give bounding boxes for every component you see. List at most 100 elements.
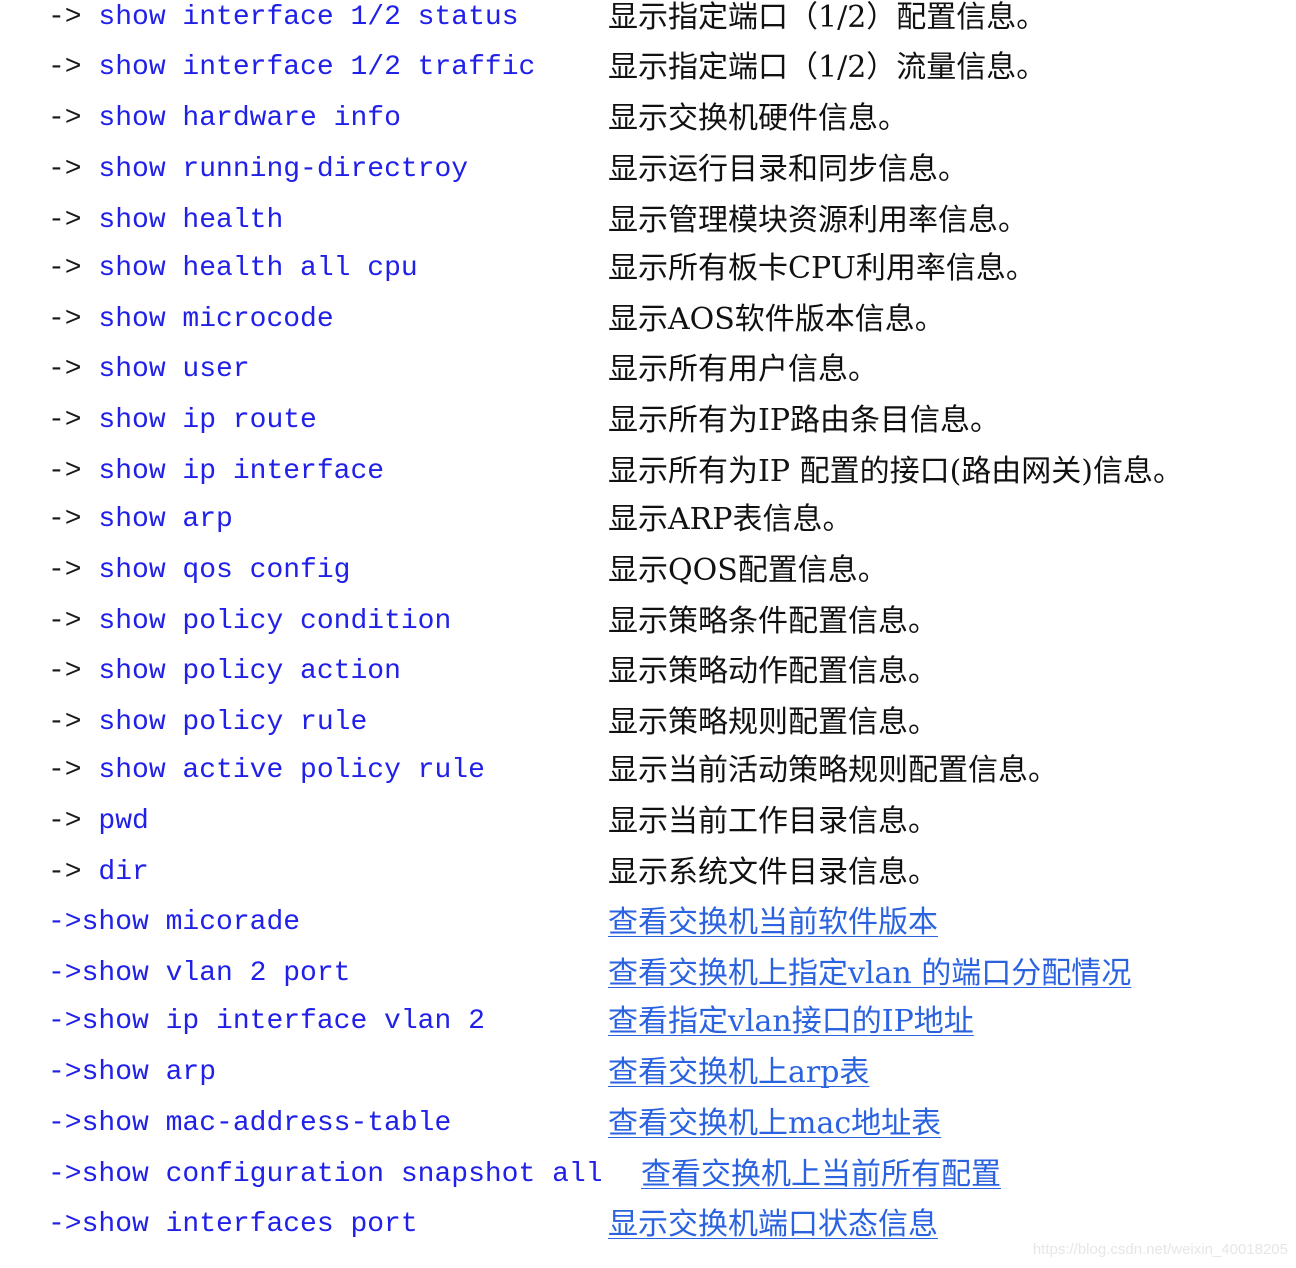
command-text: -> show health all cpu — [48, 251, 418, 287]
arrow-prompt: -> — [48, 253, 99, 284]
command-description: 显示当前活动策略规则配置信息。 — [608, 753, 1058, 788]
command-text: -> show qos config — [48, 553, 350, 589]
command-description: 显示策略条件配置信息。 — [608, 604, 938, 639]
command: show arp — [81, 1057, 217, 1088]
command-row: -> show ip route 显示所有为IP路由条目信息。 — [0, 403, 1296, 453]
command-row: -> show active policy rule 显示当前活动策略规则配置信息… — [0, 753, 1296, 803]
command-description: 显示管理模块资源利用率信息。 — [608, 203, 1028, 238]
command: show running-directroy — [98, 154, 469, 185]
command: show health all cpu — [98, 253, 418, 284]
command: show policy action — [98, 656, 401, 687]
command-description: 显示所有为IP路由条目信息。 — [608, 403, 1001, 438]
command: show ip route — [98, 405, 317, 436]
command-row: ->show arp 查看交换机上arp表 — [0, 1055, 1296, 1105]
arrow-prompt: -> — [48, 606, 99, 637]
command-text: -> show health — [48, 203, 283, 239]
command-row: -> show interface 1/2 status 显示指定端口（1/2）配… — [0, 0, 1296, 50]
command-description: 显示所有为IP 配置的接口(路由网关)信息。 — [608, 454, 1183, 489]
command-text: -> show microcode — [48, 302, 334, 338]
command: show hardware info — [98, 103, 401, 134]
command-description: 显示指定端口（1/2）配置信息。 — [608, 0, 1047, 35]
command-row: ->show ip interface vlan 2 查看指定vlan接口的IP地… — [0, 1004, 1296, 1054]
arrow-prompt: -> — [48, 205, 99, 236]
command-row: -> show policy condition 显示策略条件配置信息。 — [0, 604, 1296, 654]
command-row: -> show interface 1/2 traffic 显示指定端口（1/2）… — [0, 50, 1296, 100]
arrow-prompt: -> — [48, 1006, 82, 1037]
command-text: ->show vlan 2 port — [48, 956, 350, 992]
command-description-link[interactable]: 查看交换机上指定vlan 的端口分配情况 — [608, 956, 1131, 992]
command: show interface 1/2 status — [98, 2, 519, 33]
command-description-link[interactable]: 查看交换机当前软件版本 — [608, 905, 938, 941]
command-text: -> show interface 1/2 traffic — [48, 50, 535, 86]
arrow-prompt: -> — [48, 857, 99, 888]
command: show interfaces port — [81, 1209, 418, 1240]
arrow-prompt: -> — [48, 907, 82, 938]
command: show active policy rule — [98, 755, 485, 786]
command-description: 显示AOS软件版本信息。 — [608, 302, 945, 337]
command-row: -> show health 显示管理模块资源利用率信息。 — [0, 203, 1296, 253]
command-row: -> dir 显示系统文件目录信息。 — [0, 855, 1296, 905]
watermark: https://blog.csdn.net/weixin_40018205 — [1032, 1241, 1288, 1258]
command-text: -> show running-directroy — [48, 152, 468, 188]
command: show policy condition — [98, 606, 452, 637]
command-description: 显示QOS配置信息。 — [608, 553, 888, 588]
arrow-prompt: -> — [48, 806, 99, 837]
command-text: -> show hardware info — [48, 101, 401, 137]
command: show configuration snapshot all — [81, 1159, 603, 1190]
command-text: ->show configuration snapshot all — [48, 1157, 603, 1193]
command-description-link[interactable]: 查看交换机上mac地址表 — [608, 1106, 941, 1142]
arrow-prompt: -> — [48, 656, 99, 687]
command-description-link[interactable]: 查看交换机上当前所有配置 — [641, 1157, 1001, 1193]
command-text: -> show ip interface — [48, 454, 384, 490]
command-description-link[interactable]: 查看交换机上arp表 — [608, 1055, 869, 1091]
command: show ip interface — [98, 456, 385, 487]
arrow-prompt: -> — [48, 1057, 82, 1088]
arrow-prompt: -> — [48, 2, 99, 33]
command-description: 显示系统文件目录信息。 — [608, 855, 938, 890]
arrow-prompt: -> — [48, 504, 99, 535]
command-row: -> show hardware info 显示交换机硬件信息。 — [0, 101, 1296, 151]
arrow-prompt: -> — [48, 103, 99, 134]
command-text: -> show interface 1/2 status — [48, 0, 519, 36]
arrow-prompt: -> — [48, 154, 99, 185]
command-text: -> show user — [48, 352, 250, 388]
command: show microcode — [98, 304, 334, 335]
command-description-link[interactable]: 查看指定vlan接口的IP地址 — [608, 1004, 974, 1040]
command-description: 显示运行目录和同步信息。 — [608, 152, 968, 187]
command-description: 显示所有板卡CPU利用率信息。 — [608, 251, 1036, 286]
command-text: ->show micorade — [48, 905, 300, 941]
command-description: 显示指定端口（1/2）流量信息。 — [608, 50, 1047, 85]
command-description: 显示交换机硬件信息。 — [608, 101, 908, 136]
command: show ip interface vlan 2 — [81, 1006, 485, 1037]
command: show arp — [98, 504, 233, 535]
command-description: 显示策略动作配置信息。 — [608, 654, 938, 689]
command-row: -> show qos config 显示QOS配置信息。 — [0, 553, 1296, 603]
command-row: ->show vlan 2 port 查看交换机上指定vlan 的端口分配情况 — [0, 956, 1296, 1006]
arrow-prompt: -> — [48, 707, 99, 738]
command: show interface 1/2 traffic — [98, 52, 536, 83]
command: dir — [98, 857, 149, 888]
arrow-prompt: -> — [48, 755, 99, 786]
command-description: 显示所有用户信息。 — [608, 352, 878, 387]
command-row: -> show ip interface 显示所有为IP 配置的接口(路由网关)信… — [0, 454, 1296, 504]
command-text: -> show ip route — [48, 403, 317, 439]
arrow-prompt: -> — [48, 1209, 82, 1240]
command-text: -> show policy action — [48, 654, 401, 690]
arrow-prompt: -> — [48, 1159, 82, 1190]
arrow-prompt: -> — [48, 958, 82, 989]
command-text: -> dir — [48, 855, 149, 891]
command-text: -> show active policy rule — [48, 753, 485, 789]
command-text: ->show interfaces port — [48, 1207, 418, 1243]
arrow-prompt: -> — [48, 52, 99, 83]
command-row: -> show health all cpu 显示所有板卡CPU利用率信息。 — [0, 251, 1296, 301]
command-description-link[interactable]: 显示交换机端口状态信息 — [608, 1207, 938, 1243]
arrow-prompt: -> — [48, 304, 99, 335]
command-text: -> pwd — [48, 804, 149, 840]
arrow-prompt: -> — [48, 1108, 82, 1139]
arrow-prompt: -> — [48, 405, 99, 436]
command-text: -> show arp — [48, 502, 233, 538]
command-row: -> show policy action 显示策略动作配置信息。 — [0, 654, 1296, 704]
command-description: 显示ARP表信息。 — [608, 502, 853, 537]
arrow-prompt: -> — [48, 354, 99, 385]
command: show policy rule — [98, 707, 368, 738]
